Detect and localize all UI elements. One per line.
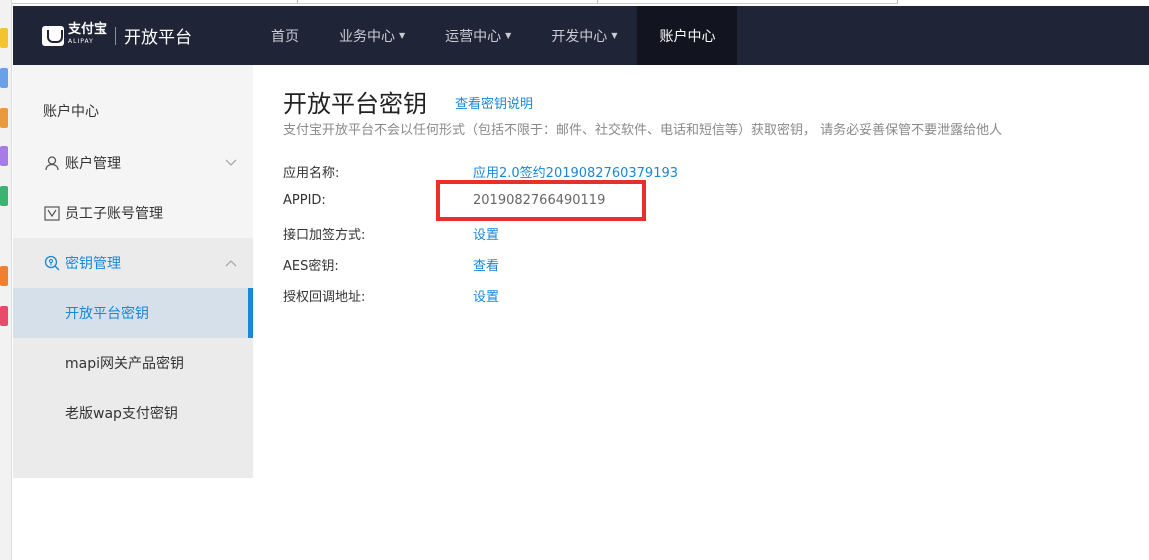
- app-name-link[interactable]: 应用2.0签约2019082760379193: [473, 162, 678, 181]
- sidebar-title: 账户中心: [43, 104, 99, 120]
- sidebar-item-staff-accounts[interactable]: 员工子账号管理: [13, 188, 253, 238]
- field-label: AES密钥:: [283, 259, 339, 274]
- sign-method-set-link[interactable]: 设置: [473, 224, 499, 243]
- sidebar-subitem-wap-key[interactable]: 老版wap支付密钥: [13, 388, 253, 438]
- browser-tab[interactable]: [298, 0, 598, 4]
- browser-side-strip: [0, 0, 12, 560]
- field-row-aes-key: AES密钥: 查看: [283, 255, 883, 275]
- sidebar-item-label: 员工子账号管理: [65, 206, 163, 222]
- sidebar-item-account-management[interactable]: 账户管理: [13, 138, 253, 188]
- caret-down-icon: ▼: [505, 31, 512, 40]
- sidebar-subitem-label: 老版wap支付密钥: [65, 406, 178, 422]
- browser-tab[interactable]: [598, 0, 898, 4]
- bookmark-icon[interactable]: [0, 108, 8, 128]
- field-label: 接口加签方式:: [283, 228, 366, 243]
- key-search-icon: [44, 255, 60, 271]
- nav-item-account[interactable]: 账户中心: [637, 6, 738, 65]
- platform-title: 开放平台: [124, 28, 193, 48]
- alipay-logo-text: 支付宝 ALIPAY: [68, 21, 108, 45]
- sidebar-subitem-mapi-key[interactable]: mapi网关产品密钥: [13, 338, 253, 388]
- page-title: 开放平台密钥: [283, 90, 427, 118]
- nav-item-home[interactable]: 首页: [251, 6, 319, 65]
- nav-menu: 首页 业务中心 ▼ 运营中心 ▼ 开发中心 ▼ 账户中心: [251, 6, 738, 65]
- sidebar-item-label: 密钥管理: [65, 256, 121, 272]
- caret-down-icon: ▼: [611, 31, 618, 40]
- bookmark-icon[interactable]: [0, 186, 8, 206]
- sidebar-subitem-label: mapi网关产品密钥: [65, 356, 184, 372]
- top-navbar: 支付宝 ALIPAY 开放平台 首页 业务中心 ▼ 运营中心 ▼ 开发中心 ▼ 账户中…: [13, 6, 1149, 65]
- nav-item-operations[interactable]: 运营中心 ▼: [425, 6, 531, 65]
- chevron-up-icon: [225, 256, 237, 270]
- sidebar-subitem-label: 开放平台密钥: [65, 306, 149, 322]
- field-row-sign-method: 接口加签方式: 设置: [283, 224, 883, 244]
- nav-item-business[interactable]: 业务中心 ▼: [319, 6, 425, 65]
- main-content: 开放平台密钥 查看密钥说明 支付宝开放平台不会以任何形式（包括不限于：邮件、社交…: [253, 65, 1149, 560]
- sidebar-footer-space: [13, 478, 253, 560]
- browser-tab[interactable]: [0, 0, 298, 4]
- bookmark-icon[interactable]: [0, 28, 8, 48]
- field-row-app-name: 应用名称: 应用2.0签约2019082760379193: [283, 162, 883, 182]
- alipay-logo-icon: [42, 25, 64, 46]
- nav-item-developer[interactable]: 开发中心 ▼: [531, 6, 637, 65]
- sidebar-item-label: 账户管理: [65, 156, 121, 172]
- field-label: 授权回调地址:: [283, 290, 366, 305]
- field-label: 应用名称:: [283, 166, 340, 181]
- key-help-link[interactable]: 查看密钥说明: [455, 93, 533, 112]
- key-management-submenu: 开放平台密钥 mapi网关产品密钥 老版wap支付密钥: [13, 288, 253, 478]
- sidebar-subitem-open-platform-key[interactable]: 开放平台密钥: [13, 288, 253, 338]
- sidebar: 账户中心 账户管理 员工子账号管理 密钥管理 开放平台密钥 mapi网关产品密钥: [13, 65, 253, 478]
- staff-icon: [44, 205, 60, 221]
- sidebar-item-key-management[interactable]: 密钥管理: [13, 238, 253, 288]
- brand-divider: [115, 26, 117, 45]
- bookmark-icon[interactable]: [0, 146, 8, 166]
- aes-key-view-link[interactable]: 查看: [473, 255, 499, 274]
- field-label: APPID:: [283, 193, 326, 208]
- bookmark-icon[interactable]: [0, 68, 8, 88]
- user-icon: [44, 155, 60, 171]
- security-notice: 支付宝开放平台不会以任何形式（包括不限于：邮件、社交软件、电话和短信等）获取密钥…: [283, 123, 1003, 138]
- bookmark-icon[interactable]: [0, 266, 8, 286]
- bookmark-icon[interactable]: [0, 306, 8, 326]
- brand[interactable]: 支付宝 ALIPAY 开放平台: [42, 6, 192, 65]
- chevron-down-icon: [225, 156, 237, 170]
- appid-highlight-annotation: [436, 180, 646, 221]
- callback-url-set-link[interactable]: 设置: [473, 286, 499, 305]
- field-row-callback-url: 授权回调地址: 设置: [283, 286, 883, 306]
- caret-down-icon: ▼: [399, 31, 406, 40]
